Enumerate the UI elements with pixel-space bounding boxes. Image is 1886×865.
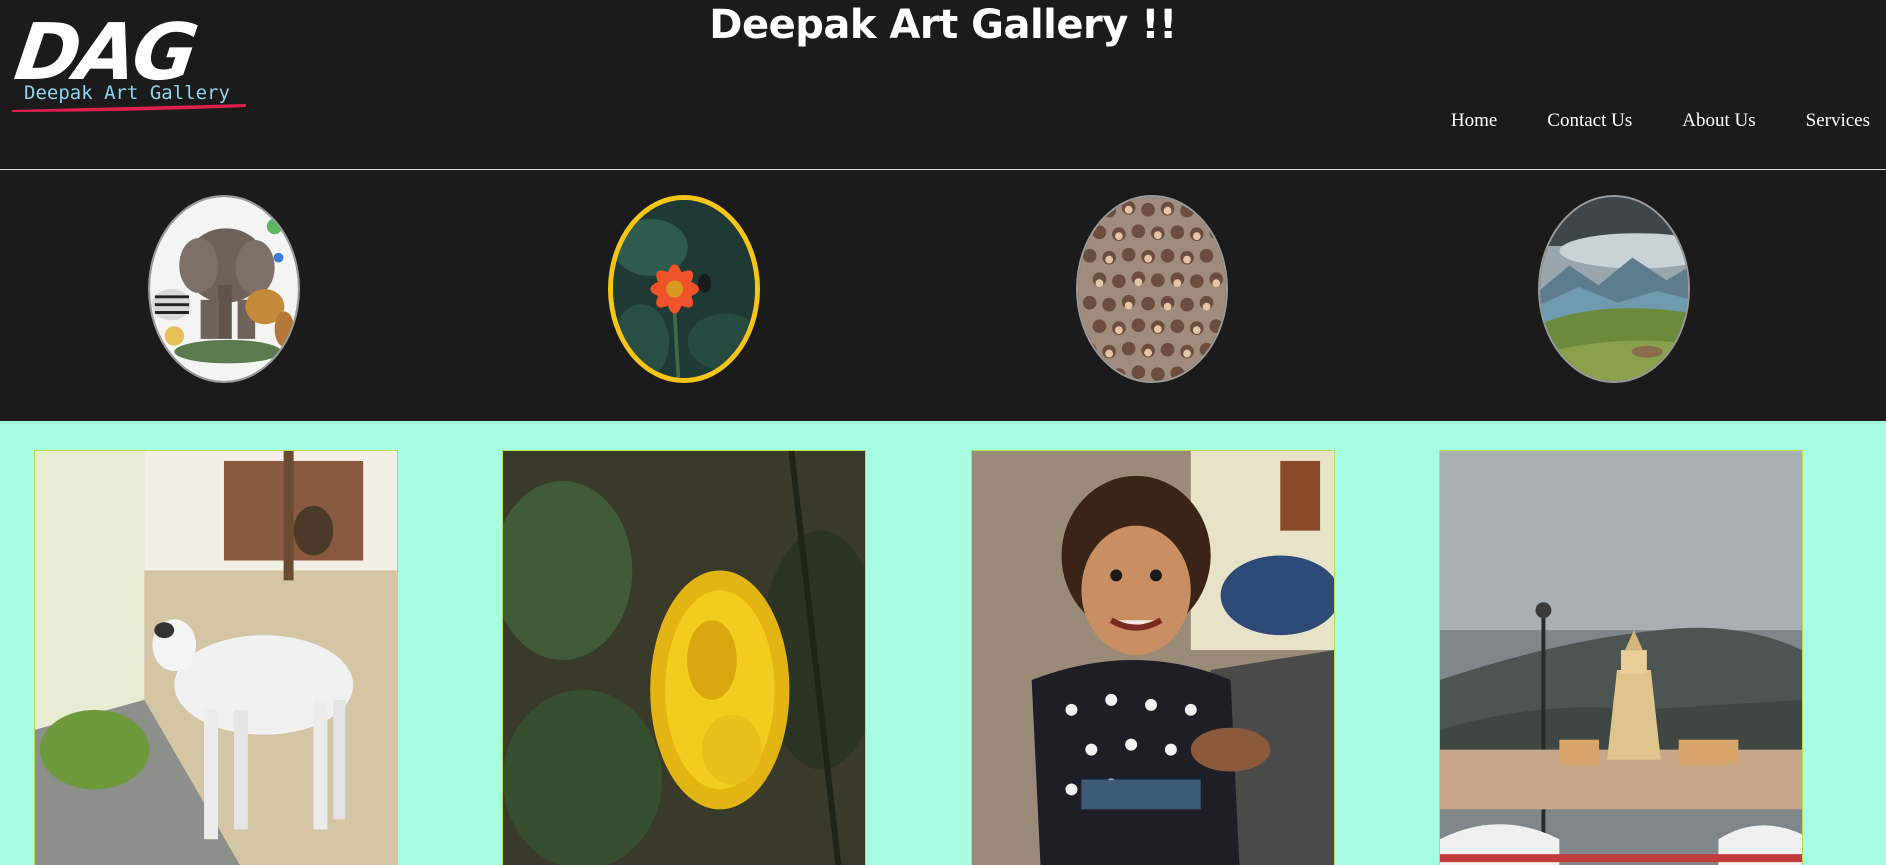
site-header: DAG Deepak Art Gallery Deepak Art Galler… [0, 0, 1886, 170]
page-title: Deepak Art Gallery !! [709, 2, 1177, 48]
crowd-image [1078, 197, 1226, 381]
marigold-image [503, 451, 865, 865]
flower-image [613, 200, 755, 378]
logo-swoosh [12, 104, 246, 112]
category-flowers[interactable] [608, 195, 760, 383]
gallery-photo-toddler[interactable] [971, 450, 1335, 865]
category-strip [0, 170, 1886, 421]
category-landscapes[interactable] [1538, 195, 1690, 383]
animals-image [150, 197, 298, 381]
gallery-photo-temple[interactable] [1439, 450, 1803, 865]
gallery-photo-calf[interactable] [34, 450, 398, 865]
photo-gallery [0, 421, 1886, 865]
main-nav: Home Contact Us About Us Services [1401, 110, 1870, 132]
category-animals[interactable] [148, 195, 300, 383]
gallery-photo-marigold[interactable] [502, 450, 866, 865]
nav-home[interactable]: Home [1451, 110, 1497, 132]
logo-subtitle: Deepak Art Gallery [20, 82, 234, 104]
temple-image [1440, 451, 1802, 865]
landscape-image [1540, 197, 1688, 381]
nav-contact-us[interactable]: Contact Us [1547, 110, 1632, 132]
nav-services[interactable]: Services [1806, 110, 1870, 132]
calf-image [35, 451, 397, 865]
toddler-image [972, 451, 1334, 865]
category-people[interactable] [1076, 195, 1228, 383]
nav-about-us[interactable]: About Us [1682, 110, 1755, 132]
